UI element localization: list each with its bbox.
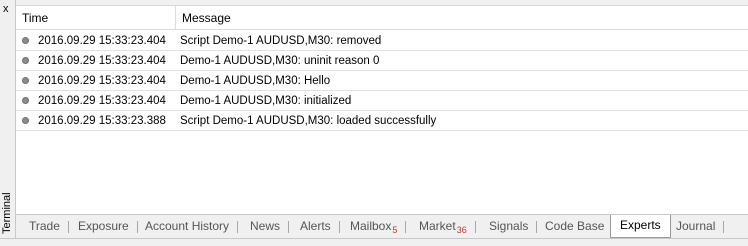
table-row[interactable]: 2016.09.29 15:33:23.404 Demo-1 AUDUSD,M3… [16,51,748,71]
status-strip [0,238,748,246]
tab-experts[interactable]: Experts [610,215,671,238]
tab-label: Account History [145,219,230,233]
terminal-side-bar: x Terminal [0,0,16,240]
tab-label: Code Base [545,219,605,233]
tab-separator [288,221,290,233]
close-icon[interactable]: x [3,4,9,15]
row-message: Script Demo-1 AUDUSD,M30: removed [180,35,382,47]
tab-trade[interactable]: Trade [20,217,69,237]
tab-label: Journal [676,219,716,233]
tab-separator [474,221,476,233]
column-header-time[interactable]: Time [16,6,176,30]
log-table-header: Time Message [16,6,748,30]
row-time: 2016.09.29 15:33:23.404 [38,75,166,87]
terminal-window: x Terminal Time Message 2016.09.29 15:33… [0,0,748,246]
tab-label: Market [419,219,456,233]
row-message: Script Demo-1 AUDUSD,M30: loaded success… [180,115,437,127]
row-time: 2016.09.29 15:33:23.404 [38,35,166,47]
log-entry-icon [22,117,29,124]
tab-separator [723,221,725,233]
log-table-body: 2016.09.29 15:33:23.404 Script Demo-1 AU… [16,31,748,131]
tab-market[interactable]: Market36 [410,217,476,237]
tab-journal[interactable]: Journal [667,217,725,237]
row-time: 2016.09.29 15:33:23.404 [38,95,166,107]
mailbox-count-badge: 5 [392,225,398,235]
tab-label: News [250,219,281,233]
log-entry-icon [22,77,29,84]
tab-signals[interactable]: Signals [480,217,538,237]
market-count-badge: 36 [456,225,467,235]
tab-separator [338,221,340,233]
tab-label: Experts [620,218,661,232]
tab-separator [237,221,239,233]
terminal-side-label: Terminal [1,192,13,234]
tab-separator [405,221,407,233]
tab-news[interactable]: News [241,217,290,237]
tab-mailbox[interactable]: Mailbox5 [341,217,407,237]
tab-account-history[interactable]: Account History [136,217,239,237]
log-entry-icon [22,37,29,44]
tab-alerts[interactable]: Alerts [291,217,340,237]
tab-exposure[interactable]: Exposure [69,217,138,237]
table-row[interactable]: 2016.09.29 15:33:23.404 Demo-1 AUDUSD,M3… [16,91,748,111]
tab-label: Signals [489,219,529,233]
row-time: 2016.09.29 15:33:23.404 [38,55,166,67]
row-time: 2016.09.29 15:33:23.388 [38,115,166,127]
log-entry-icon [22,57,29,64]
row-message: Demo-1 AUDUSD,M30: initialized [180,95,352,107]
terminal-tab-bar: Trade Exposure Account History News Aler… [16,214,748,238]
log-entry-icon [22,97,29,104]
tab-label: Mailbox [350,219,392,233]
table-row[interactable]: 2016.09.29 15:33:23.404 Script Demo-1 AU… [16,31,748,51]
tab-label: Alerts [300,219,331,233]
row-message: Demo-1 AUDUSD,M30: Hello [180,75,331,87]
tab-label: Trade [29,219,60,233]
row-message: Demo-1 AUDUSD,M30: uninit reason 0 [180,55,380,67]
tab-code-base[interactable]: Code Base [536,217,613,237]
table-row[interactable]: 2016.09.29 15:33:23.404 Demo-1 AUDUSD,M3… [16,71,748,91]
tab-label: Exposure [78,219,129,233]
table-row[interactable]: 2016.09.29 15:33:23.388 Script Demo-1 AU… [16,111,748,131]
experts-log-panel: Time Message 2016.09.29 15:33:23.404 Scr… [16,5,748,238]
column-header-message[interactable]: Message [176,6,748,30]
